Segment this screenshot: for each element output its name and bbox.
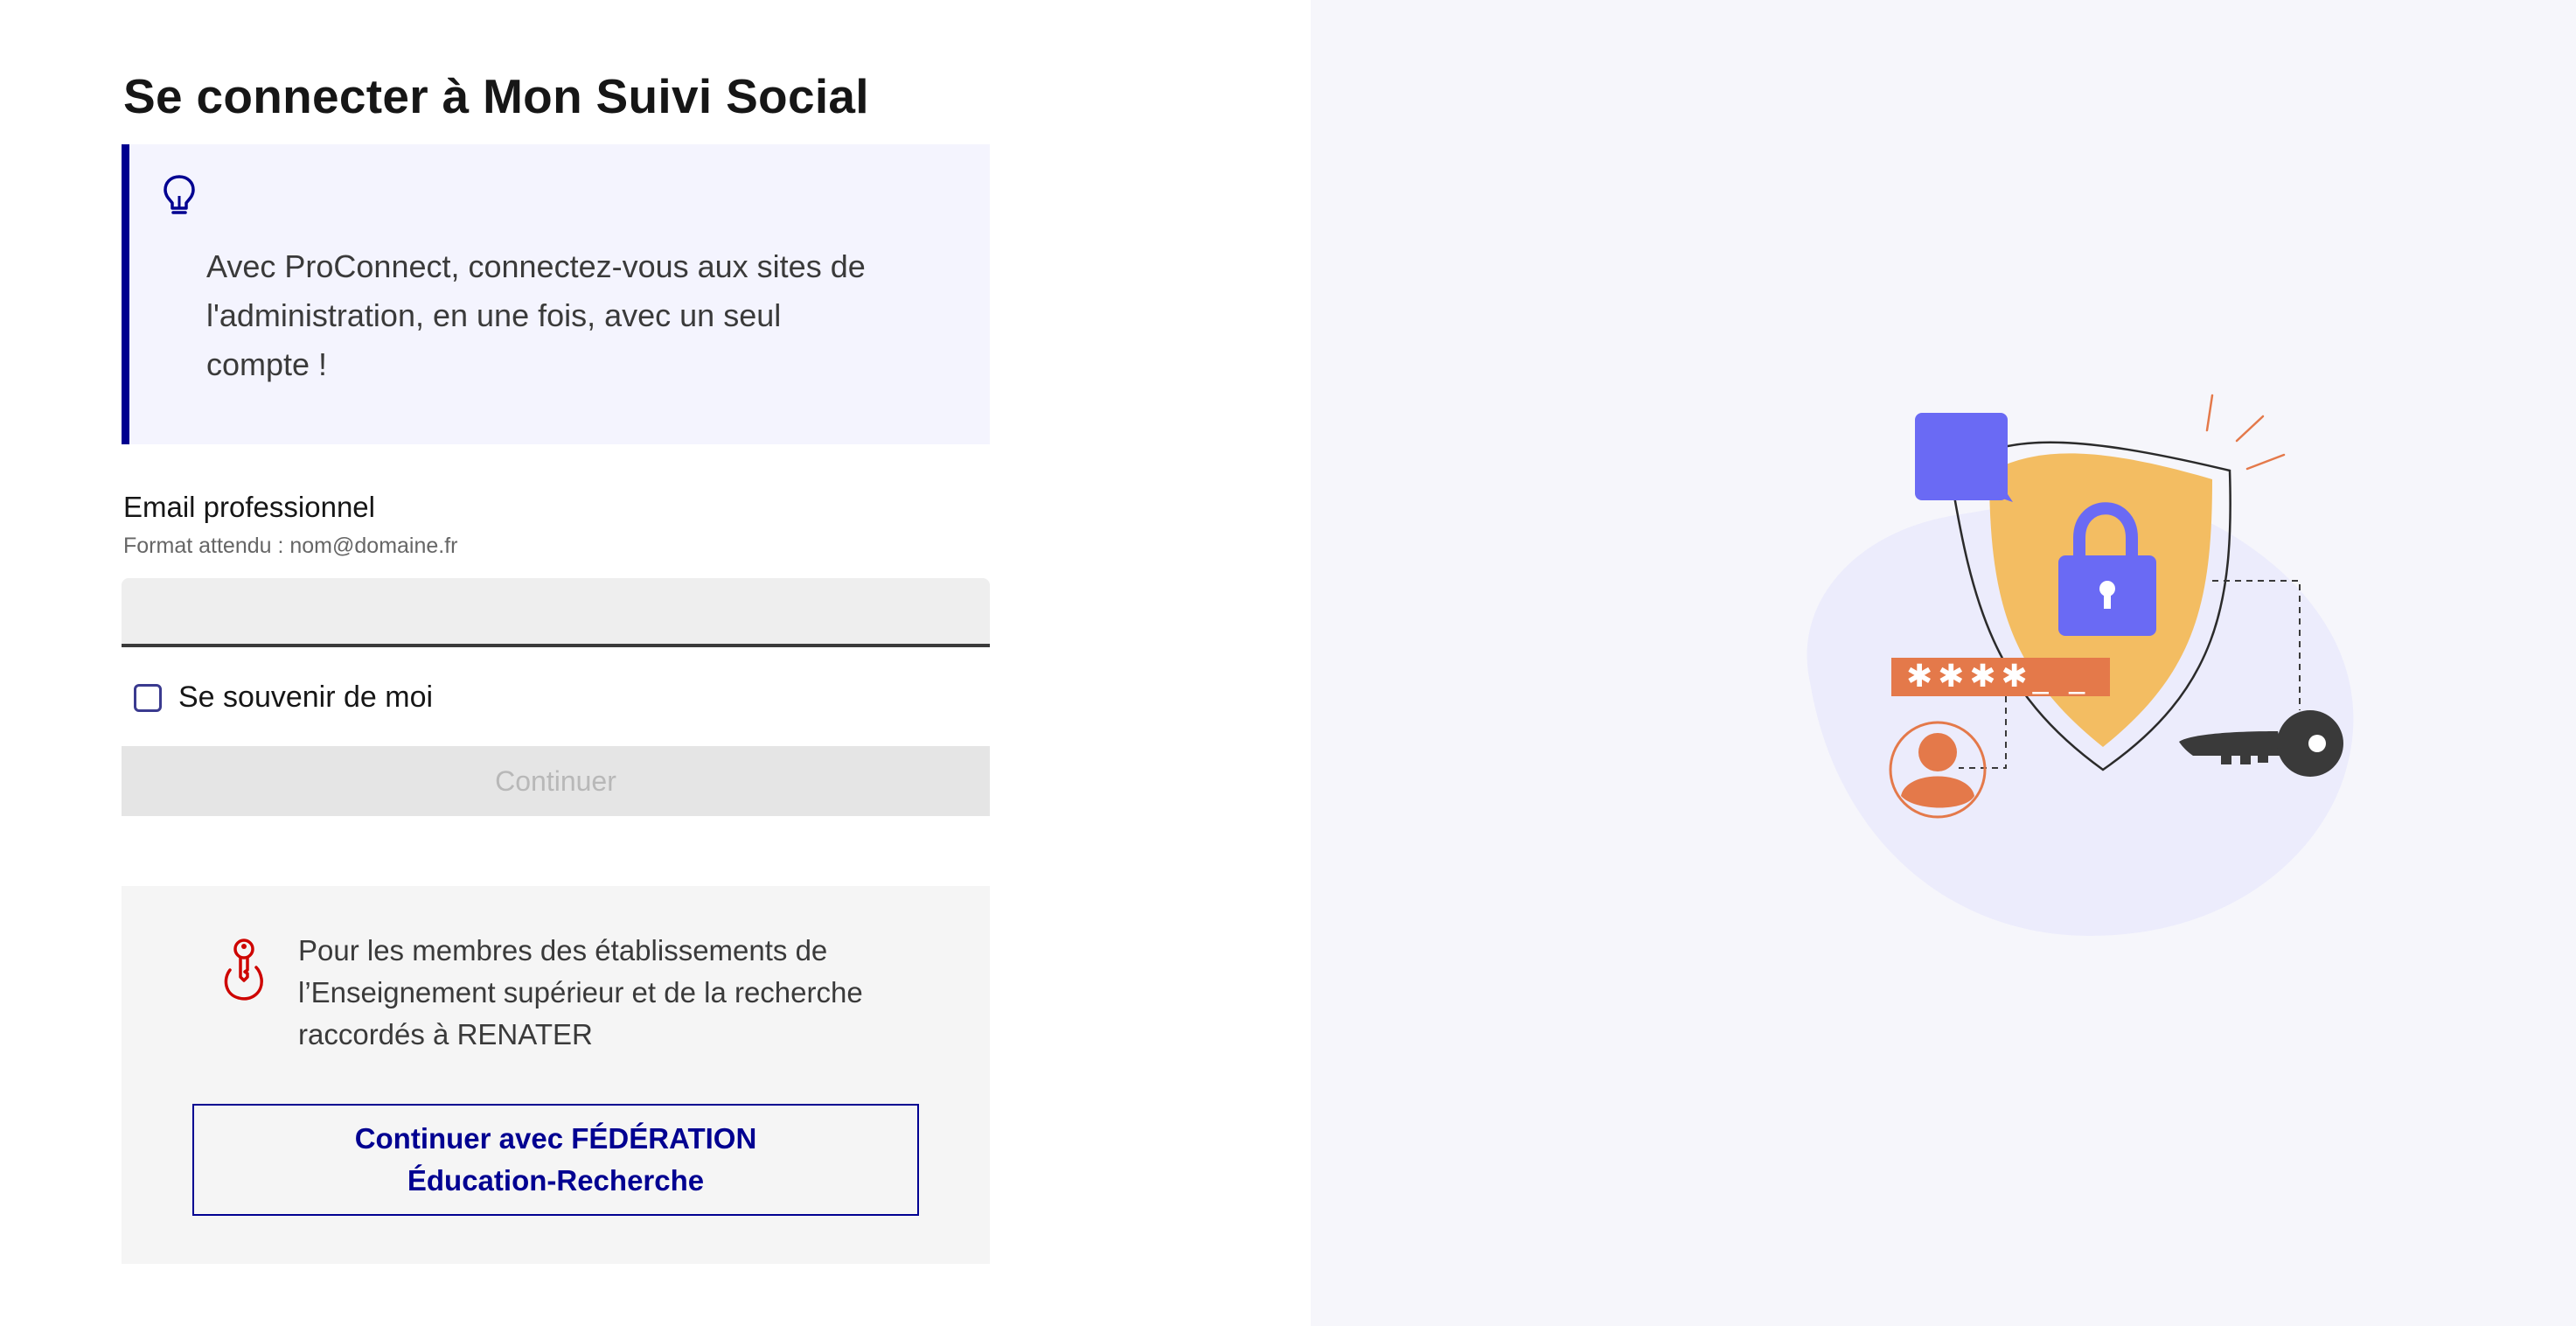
key-icon — [224, 939, 263, 1001]
spark-lines — [2205, 394, 2286, 471]
email-format-hint: Format attendu : nom@domaine.fr — [123, 534, 458, 558]
federation-panel: Pour les membres des établissements de l… — [122, 886, 990, 1264]
federation-text: Pour les membres des établissements de l… — [298, 934, 863, 1050]
security-illustration: ✱✱✱✱_ _ — [1807, 394, 2354, 936]
email-label: Email professionnel — [123, 491, 375, 523]
federation-continue-button[interactable]: Continuer avec FÉDÉRATION Éducation-Rech… — [192, 1104, 919, 1216]
email-input[interactable] — [122, 578, 990, 647]
remember-me-row[interactable]: Se souvenir de moi — [134, 680, 433, 715]
password-field: ✱✱✱✱_ _ — [1891, 658, 2110, 696]
remember-me-checkbox[interactable] — [134, 683, 162, 712]
callout-text: Avec ProConnect, connectez-vous aux site… — [206, 248, 866, 382]
chat-bubble-icon — [1915, 413, 2008, 500]
login-panel: Se connecter à Mon Suivi Social Avec Pro… — [0, 0, 1311, 1326]
remember-me-label[interactable]: Se souvenir de moi — [178, 680, 433, 715]
lightbulb-icon — [164, 175, 195, 214]
password-mask: ✱✱✱✱_ _ — [1906, 659, 2090, 694]
proconnect-callout: Avec ProConnect, connectez-vous aux site… — [122, 144, 990, 444]
continue-button[interactable]: Continuer — [122, 746, 990, 816]
federation-button-line1: Continuer avec FÉDÉRATION — [354, 1122, 757, 1155]
page-title: Se connecter à Mon Suivi Social — [123, 69, 869, 123]
federation-button-line2: Éducation-Recherche — [407, 1164, 705, 1197]
